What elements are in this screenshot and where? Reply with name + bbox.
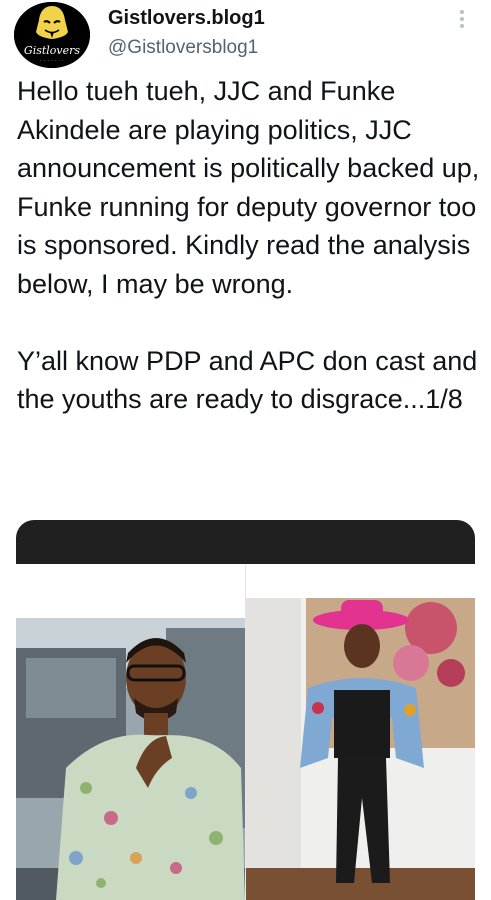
tweet-media[interactable] [16,520,475,900]
photo-woman-pink-hat[interactable] [246,598,475,900]
avatar[interactable]: Gistlovers · · · · · · · [14,2,90,68]
more-options-icon[interactable] [452,6,472,32]
tweet-text: Hello tueh tueh, JJC and Funke Akindele … [17,76,480,414]
photo-man-floral-shirt[interactable] [16,618,245,900]
display-name[interactable]: Gistlovers.blog1 [108,7,265,30]
tweet-header: Gistlovers · · · · · · · Gistlovers.blog… [0,0,491,76]
avatar-logo-subtext: · · · · · · · [40,58,64,64]
user-handle[interactable]: @Gistloversblog1 [108,37,258,59]
avatar-logo-text: Gistlovers [23,44,81,57]
media-top-bar [16,520,475,564]
